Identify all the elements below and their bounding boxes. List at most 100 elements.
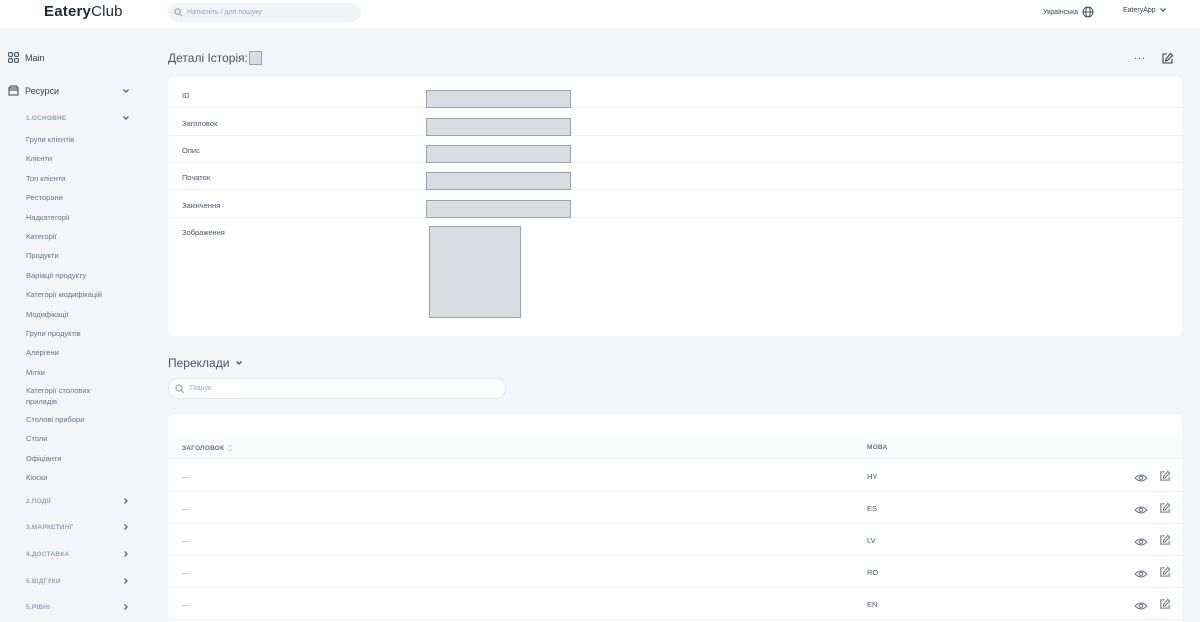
sidebar-item-waiters[interactable]: Офіціанти bbox=[26, 449, 136, 468]
sidebar: Main Ресурси 1.ОСНОВНЕ Групи клієнтів Кл… bbox=[0, 28, 150, 622]
sidebar-item-product-groups[interactable]: Групи продуктів bbox=[26, 324, 136, 343]
sidebar-item-main-label: Main bbox=[25, 52, 45, 63]
field-value-placeholder bbox=[426, 172, 571, 190]
sidebar-section-basic[interactable]: 1.ОСНОВНЕ bbox=[26, 114, 130, 122]
chevron-right-icon bbox=[124, 551, 128, 557]
sidebar-item-allergens[interactable]: Алергени bbox=[26, 343, 136, 362]
more-actions-button[interactable]: ··· bbox=[1134, 53, 1146, 64]
edit-icon bbox=[1160, 534, 1171, 545]
row-language: LV bbox=[867, 536, 876, 545]
chevron-down-icon bbox=[236, 361, 243, 365]
sidebar-item-products[interactable]: Продукти bbox=[26, 246, 136, 265]
sidebar-item-cutlery[interactable]: Столові прибори bbox=[26, 410, 136, 429]
image-field-label: Зображення bbox=[182, 228, 225, 237]
app-logo[interactable]: EateryClub bbox=[44, 3, 123, 20]
field-label: Опис bbox=[182, 146, 200, 155]
table-row: — EN bbox=[168, 588, 1182, 620]
eye-icon bbox=[1134, 538, 1148, 546]
image-placeholder bbox=[429, 226, 521, 318]
sidebar-item-resources[interactable]: Ресурси bbox=[8, 85, 130, 96]
sidebar-item-categories[interactable]: Категорії bbox=[26, 227, 136, 246]
top-bar: EateryClub Натисніть / для пошуку Україн… bbox=[0, 0, 1200, 28]
sidebar-basic-list: Групи клієнтів Клієнти Топ клієнти Ресто… bbox=[26, 130, 136, 488]
view-button[interactable] bbox=[1134, 598, 1148, 616]
row-language: HY bbox=[867, 472, 878, 481]
page-title-label: Деталі Історія: bbox=[168, 51, 248, 65]
sidebar-item-main[interactable]: Main bbox=[8, 52, 45, 63]
sidebar-item-tables[interactable]: Столи bbox=[26, 429, 136, 448]
page-title: Деталі Історія: bbox=[168, 51, 262, 65]
sidebar-item-modifiers[interactable]: Модифікації bbox=[26, 305, 136, 324]
sidebar-item-restaurants[interactable]: Ресторани bbox=[26, 188, 136, 207]
chevron-right-icon bbox=[124, 578, 128, 584]
field-label: ID bbox=[182, 91, 190, 100]
sidebar-item-supercategories[interactable]: Надкатегорії bbox=[26, 208, 136, 227]
sidebar-section-delivery[interactable]: 4.ДОСТАВКА bbox=[26, 550, 130, 558]
language-switcher[interactable]: Українська bbox=[1043, 6, 1094, 18]
row-language: EN bbox=[867, 600, 878, 609]
global-search-input[interactable]: Натисніть / для пошуку bbox=[168, 3, 361, 22]
edit-button[interactable] bbox=[1159, 565, 1171, 583]
sidebar-item-cutlery-categories[interactable]: Категорії столових приладів bbox=[26, 382, 116, 410]
sidebar-item-top-clients[interactable]: Топ клієнти bbox=[26, 169, 136, 188]
edit-button[interactable] bbox=[1159, 501, 1171, 519]
column-header-title-label: ЗАГОЛОВОК bbox=[182, 444, 225, 452]
view-button[interactable] bbox=[1134, 470, 1148, 488]
grid-icon bbox=[8, 52, 19, 63]
eye-icon bbox=[1134, 506, 1148, 514]
field-value-placeholder bbox=[426, 200, 571, 218]
view-button[interactable] bbox=[1134, 534, 1148, 552]
chevron-right-icon bbox=[124, 524, 128, 530]
edit-button[interactable] bbox=[1159, 533, 1171, 551]
edit-record-button[interactable] bbox=[1161, 52, 1174, 70]
translations-search-input[interactable]: Пошук bbox=[168, 378, 506, 399]
field-value-placeholder bbox=[426, 118, 571, 136]
chevron-down-icon bbox=[1159, 8, 1166, 12]
row-title: — bbox=[182, 536, 190, 545]
detail-card: ID Заголовок Опис Початок Закінчення Зоб… bbox=[168, 77, 1182, 336]
sidebar-item-clients[interactable]: Клієнти bbox=[26, 149, 136, 168]
eye-icon bbox=[1134, 602, 1148, 610]
detail-row-start: Початок bbox=[168, 163, 1182, 190]
edit-button[interactable] bbox=[1159, 469, 1171, 487]
folder-icon bbox=[8, 85, 19, 96]
sidebar-section-levels[interactable]: 5.РІВНІ bbox=[26, 603, 130, 611]
column-header-language: МОВА bbox=[867, 444, 887, 451]
field-value-placeholder bbox=[426, 90, 571, 108]
row-title: — bbox=[182, 600, 190, 609]
sidebar-item-tags[interactable]: Мітки bbox=[26, 363, 136, 382]
sidebar-section-events[interactable]: 2.ПОДІЇ bbox=[26, 497, 130, 505]
eye-icon bbox=[1134, 570, 1148, 578]
table-row: — RO bbox=[168, 556, 1182, 588]
edit-icon bbox=[1160, 470, 1171, 481]
account-menu[interactable]: EateryApp bbox=[1123, 6, 1167, 14]
edit-icon bbox=[1160, 502, 1171, 513]
edit-button[interactable] bbox=[1159, 597, 1171, 615]
table-row: — HY bbox=[168, 460, 1182, 492]
sidebar-item-client-groups[interactable]: Групи клієнтів bbox=[26, 130, 136, 149]
row-language: ES bbox=[867, 504, 878, 513]
sidebar-item-resources-label: Ресурси bbox=[25, 85, 60, 96]
translations-table: ЗАГОЛОВОК МОВА — HY — ES — LV — RO — EN bbox=[168, 415, 1182, 622]
translations-toggle[interactable]: Переклади bbox=[168, 356, 243, 370]
sidebar-section-label: 2.ПОДІЇ bbox=[26, 497, 51, 505]
sidebar-section-label: 5.ВІДГУКИ bbox=[26, 577, 61, 585]
detail-row-title: Заголовок bbox=[168, 109, 1182, 136]
chevron-down-icon bbox=[123, 88, 129, 93]
language-label: Українська bbox=[1043, 8, 1079, 16]
view-button[interactable] bbox=[1134, 502, 1148, 520]
sidebar-section-basic-label: 1.ОСНОВНЕ bbox=[26, 114, 67, 122]
view-button[interactable] bbox=[1134, 566, 1148, 584]
sidebar-item-modifier-categories[interactable]: Категорії модифікацій bbox=[26, 285, 136, 304]
column-header-title[interactable]: ЗАГОЛОВОК bbox=[182, 444, 233, 452]
sidebar-section-label: 4.ДОСТАВКА bbox=[26, 550, 70, 558]
sidebar-section-marketing[interactable]: 3.МАРКЕТИНГ bbox=[26, 523, 130, 531]
row-title: — bbox=[182, 568, 190, 577]
sidebar-section-reviews[interactable]: 5.ВІДГУКИ bbox=[26, 577, 130, 585]
sidebar-section-label: 5.РІВНІ bbox=[26, 603, 51, 611]
sidebar-item-product-variations[interactable]: Варіації продукту bbox=[26, 266, 136, 285]
translations-search-placeholder: Пошук bbox=[190, 385, 212, 392]
table-row: — ES bbox=[168, 492, 1182, 524]
row-language: RO bbox=[867, 568, 879, 577]
sidebar-item-kiosks[interactable]: Кіоски bbox=[26, 468, 136, 487]
